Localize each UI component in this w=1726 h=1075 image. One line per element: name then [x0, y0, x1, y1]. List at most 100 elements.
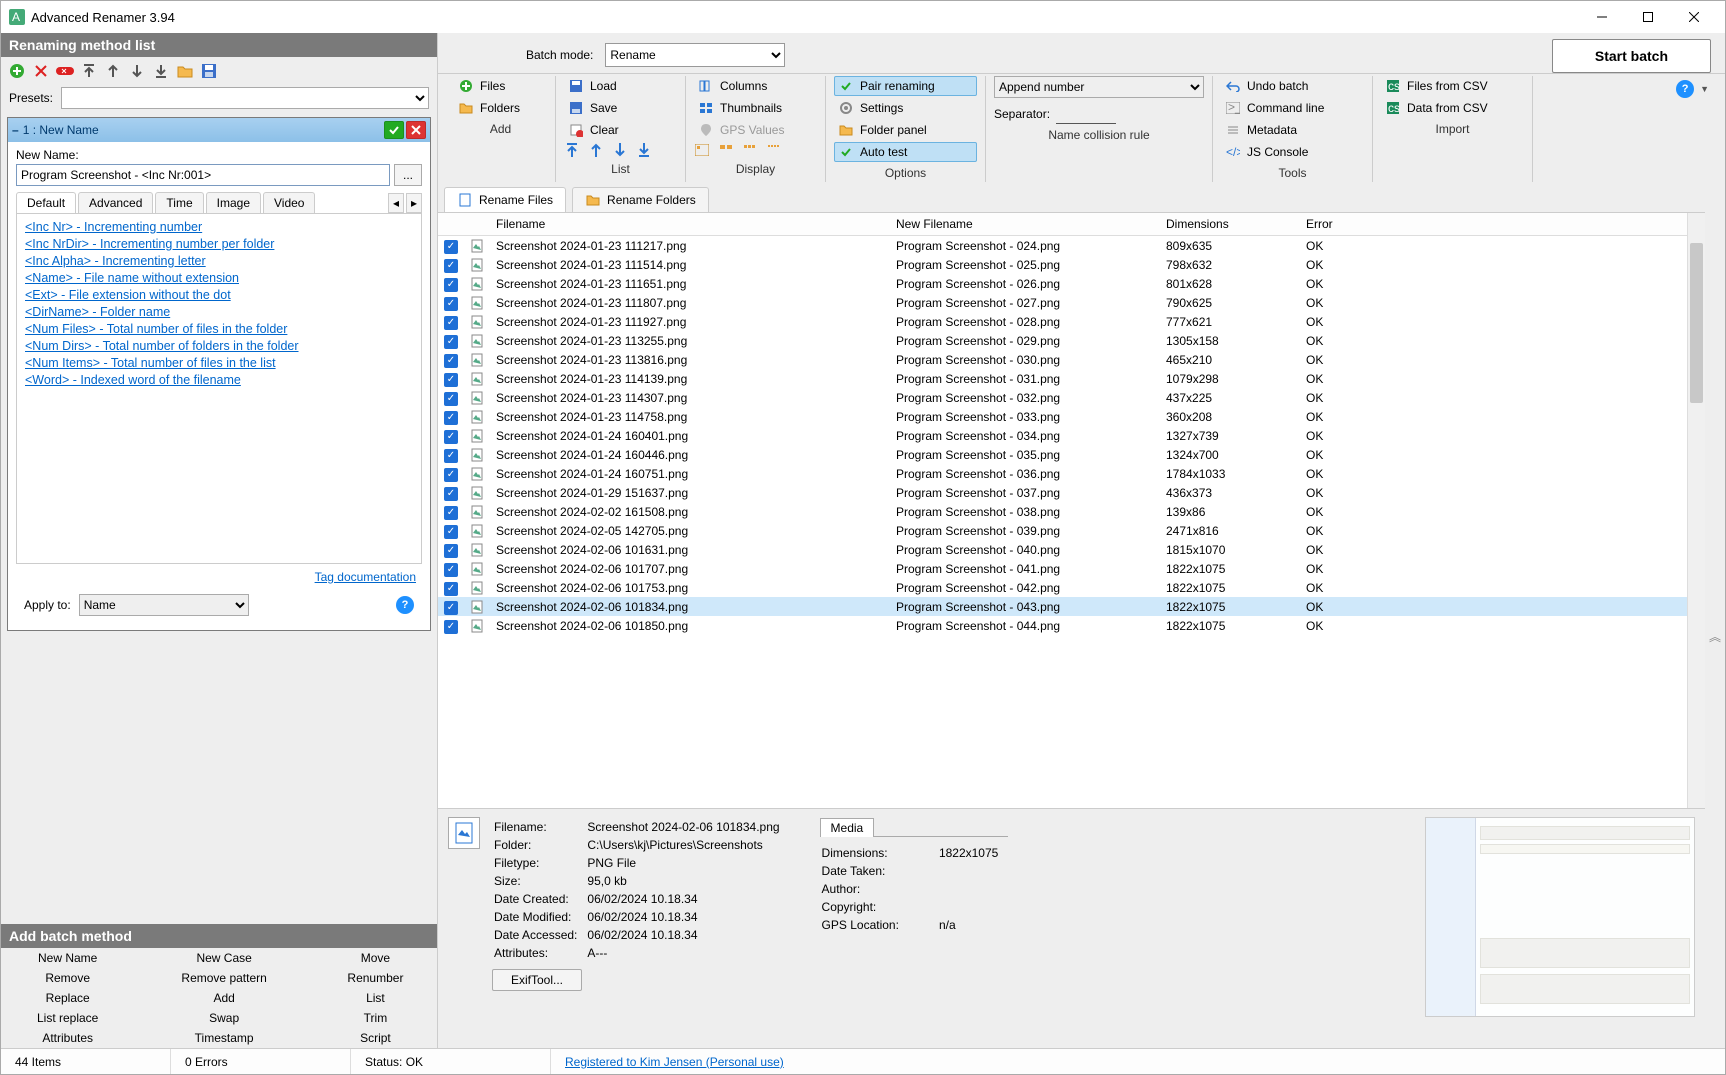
batch-method-script[interactable]: Script [314, 1028, 437, 1048]
tag-link[interactable]: <DirName> - Folder name [21, 303, 417, 320]
row-checkbox[interactable] [444, 430, 458, 444]
table-row[interactable]: Screenshot 2024-01-23 114139.png Program… [438, 369, 1687, 388]
tab-nav-right[interactable]: ▸ [406, 193, 422, 213]
table-row[interactable]: Screenshot 2024-02-05 142705.png Program… [438, 521, 1687, 540]
row-checkbox[interactable] [444, 449, 458, 463]
help-icon[interactable]: ? [396, 596, 414, 614]
row-checkbox[interactable] [444, 392, 458, 406]
batch-method-attributes[interactable]: Attributes [1, 1028, 134, 1048]
batch-method-list[interactable]: List [314, 988, 437, 1008]
view3-icon[interactable] [742, 142, 758, 158]
table-row[interactable]: Screenshot 2024-01-23 114758.png Program… [438, 407, 1687, 426]
batch-method-new-case[interactable]: New Case [134, 948, 314, 968]
sort-up-icon[interactable] [588, 142, 604, 158]
table-row[interactable]: Screenshot 2024-02-06 101834.png Program… [438, 597, 1687, 616]
view1-icon[interactable] [694, 142, 710, 158]
batch-method-replace[interactable]: Replace [1, 988, 134, 1008]
method-titlebar[interactable]: – 1 : New Name [8, 118, 430, 142]
row-checkbox[interactable] [444, 620, 458, 634]
tab-rename-files[interactable]: Rename Files [444, 187, 566, 212]
tools-undo-button[interactable]: Undo batch [1221, 76, 1364, 96]
row-checkbox[interactable] [444, 468, 458, 482]
table-row[interactable]: Screenshot 2024-01-24 160446.png Program… [438, 445, 1687, 464]
row-checkbox[interactable] [444, 316, 458, 330]
display-gps-button[interactable]: GPS Values [694, 120, 817, 140]
tab-nav-left[interactable]: ◂ [388, 193, 404, 213]
sort-bottom-icon[interactable] [636, 142, 652, 158]
display-thumbnails-button[interactable]: Thumbnails [694, 98, 817, 118]
row-checkbox[interactable] [444, 354, 458, 368]
row-checkbox[interactable] [444, 487, 458, 501]
tools-cmdline-button[interactable]: >_Command line [1221, 98, 1364, 118]
row-checkbox[interactable] [444, 563, 458, 577]
tag-link[interactable]: <Word> - Indexed word of the filename [21, 371, 417, 388]
options-folder-panel-button[interactable]: Folder panel [834, 120, 977, 140]
tab-rename-folders[interactable]: Rename Folders [572, 187, 709, 212]
table-row[interactable]: Screenshot 2024-01-23 113255.png Program… [438, 331, 1687, 350]
open-folder-icon[interactable] [175, 61, 195, 81]
row-checkbox[interactable] [444, 278, 458, 292]
batch-method-trim[interactable]: Trim [314, 1008, 437, 1028]
sort-down-icon[interactable] [612, 142, 628, 158]
clear-methods-icon[interactable] [55, 61, 75, 81]
table-row[interactable]: Screenshot 2024-01-23 111807.png Program… [438, 293, 1687, 312]
batch-method-swap[interactable]: Swap [134, 1008, 314, 1028]
row-checkbox[interactable] [444, 601, 458, 615]
collision-rule-select[interactable]: Append number [994, 76, 1204, 98]
ribbon-help-dropdown-icon[interactable]: ▼ [1700, 84, 1709, 94]
options-settings-button[interactable]: Settings [834, 98, 977, 118]
new-name-input[interactable] [16, 164, 390, 186]
add-folders-button[interactable]: Folders [454, 98, 547, 118]
import-files-csv-button[interactable]: csvFiles from CSV [1381, 76, 1524, 96]
batch-mode-select[interactable]: Rename [605, 43, 785, 67]
close-button[interactable] [1671, 1, 1717, 33]
ribbon-help-icon[interactable]: ? [1676, 80, 1694, 98]
table-row[interactable]: Screenshot 2024-02-06 101707.png Program… [438, 559, 1687, 578]
table-row[interactable]: Screenshot 2024-02-06 101850.png Program… [438, 616, 1687, 635]
tab-default[interactable]: Default [16, 192, 76, 213]
file-grid[interactable]: Filename New Filename Dimensions Error S… [438, 213, 1687, 808]
save-icon[interactable] [199, 61, 219, 81]
table-row[interactable]: Screenshot 2024-01-29 151637.png Program… [438, 483, 1687, 502]
registration-link[interactable]: Registered to Kim Jensen (Personal use) [565, 1055, 784, 1069]
sort-top-icon[interactable] [564, 142, 580, 158]
table-row[interactable]: Screenshot 2024-01-24 160751.png Program… [438, 464, 1687, 483]
row-checkbox[interactable] [444, 259, 458, 273]
row-checkbox[interactable] [444, 582, 458, 596]
batch-method-new-name[interactable]: New Name [1, 948, 134, 968]
method-ok-icon[interactable] [384, 121, 404, 139]
row-checkbox[interactable] [444, 335, 458, 349]
tab-video[interactable]: Video [263, 192, 315, 213]
table-row[interactable]: Screenshot 2024-02-02 161508.png Program… [438, 502, 1687, 521]
start-batch-button[interactable]: Start batch [1552, 39, 1711, 73]
minimize-button[interactable] [1579, 1, 1625, 33]
row-checkbox[interactable] [444, 373, 458, 387]
col-filename[interactable]: Filename [490, 213, 890, 236]
display-columns-button[interactable]: Columns [694, 76, 817, 96]
tag-documentation-link[interactable]: Tag documentation [315, 570, 416, 584]
tools-metadata-button[interactable]: Metadata [1221, 120, 1364, 140]
options-auto-test-toggle[interactable]: Auto test [834, 142, 977, 162]
vertical-scrollbar[interactable] [1687, 213, 1705, 808]
presets-combo[interactable] [61, 87, 429, 109]
tab-time[interactable]: Time [155, 192, 203, 213]
import-data-csv-button[interactable]: csvData from CSV [1381, 98, 1524, 118]
tag-link[interactable]: <Ext> - File extension without the dot [21, 286, 417, 303]
delete-method-icon[interactable] [31, 61, 51, 81]
move-top-icon[interactable] [79, 61, 99, 81]
col-newfilename[interactable]: New Filename [890, 213, 1160, 236]
row-checkbox[interactable] [444, 411, 458, 425]
table-row[interactable]: Screenshot 2024-01-23 114307.png Program… [438, 388, 1687, 407]
table-row[interactable]: Screenshot 2024-01-23 111217.png Program… [438, 236, 1687, 256]
tag-link[interactable]: <Num Items> - Total number of files in t… [21, 354, 417, 371]
row-checkbox[interactable] [444, 506, 458, 520]
list-clear-button[interactable]: Clear [564, 120, 677, 140]
options-pair-renaming-toggle[interactable]: Pair renaming [834, 76, 977, 96]
batch-method-remove[interactable]: Remove [1, 968, 134, 988]
move-down-icon[interactable] [127, 61, 147, 81]
batch-method-list-replace[interactable]: List replace [1, 1008, 134, 1028]
row-checkbox[interactable] [444, 297, 458, 311]
view2-icon[interactable] [718, 142, 734, 158]
col-dimensions[interactable]: Dimensions [1160, 213, 1300, 236]
table-row[interactable]: Screenshot 2024-01-23 111651.png Program… [438, 274, 1687, 293]
